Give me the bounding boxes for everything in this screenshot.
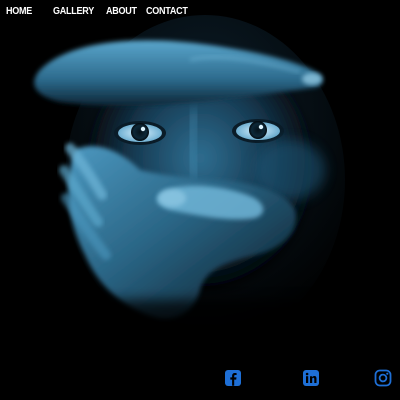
instagram-icon[interactable] [374, 369, 392, 387]
left-eye [114, 121, 166, 145]
facebook-icon[interactable] [224, 369, 242, 387]
page: HOME GALLERY ABOUT CONTACT [0, 0, 400, 400]
main-nav: HOME GALLERY ABOUT CONTACT [0, 4, 400, 18]
linkedin-icon[interactable] [302, 369, 320, 387]
nav-link-about[interactable]: ABOUT [106, 4, 137, 18]
hero-image [0, 0, 400, 400]
nav-link-contact[interactable]: CONTACT [146, 4, 188, 18]
nav-link-gallery[interactable]: GALLERY [53, 4, 94, 18]
nav-link-home[interactable]: HOME [6, 4, 32, 18]
right-eye [232, 119, 284, 143]
